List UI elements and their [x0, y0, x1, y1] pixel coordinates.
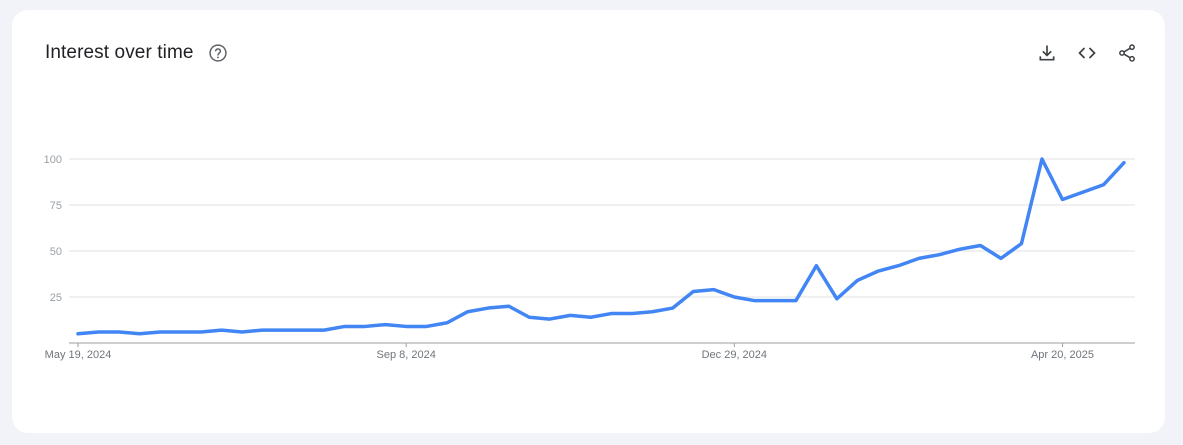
- y-tick-label: 25: [50, 292, 62, 304]
- x-tick-label: May 19, 2024: [45, 349, 112, 361]
- interest-series-line: [76, 157, 1126, 336]
- x-tick-label: Apr 20, 2025: [1031, 349, 1094, 361]
- y-tick-label: 50: [50, 246, 62, 258]
- x-tick-label: Sep 8, 2024: [376, 349, 435, 361]
- y-tick-label: 75: [50, 200, 62, 212]
- interest-line-chart: 25 50 75 100 May 19, 2024 Sep 8, 2024 Dec 29, …: [44, 154, 1135, 361]
- y-tick-label: 100: [44, 154, 62, 166]
- x-tick-label: Dec 29, 2024: [702, 349, 767, 361]
